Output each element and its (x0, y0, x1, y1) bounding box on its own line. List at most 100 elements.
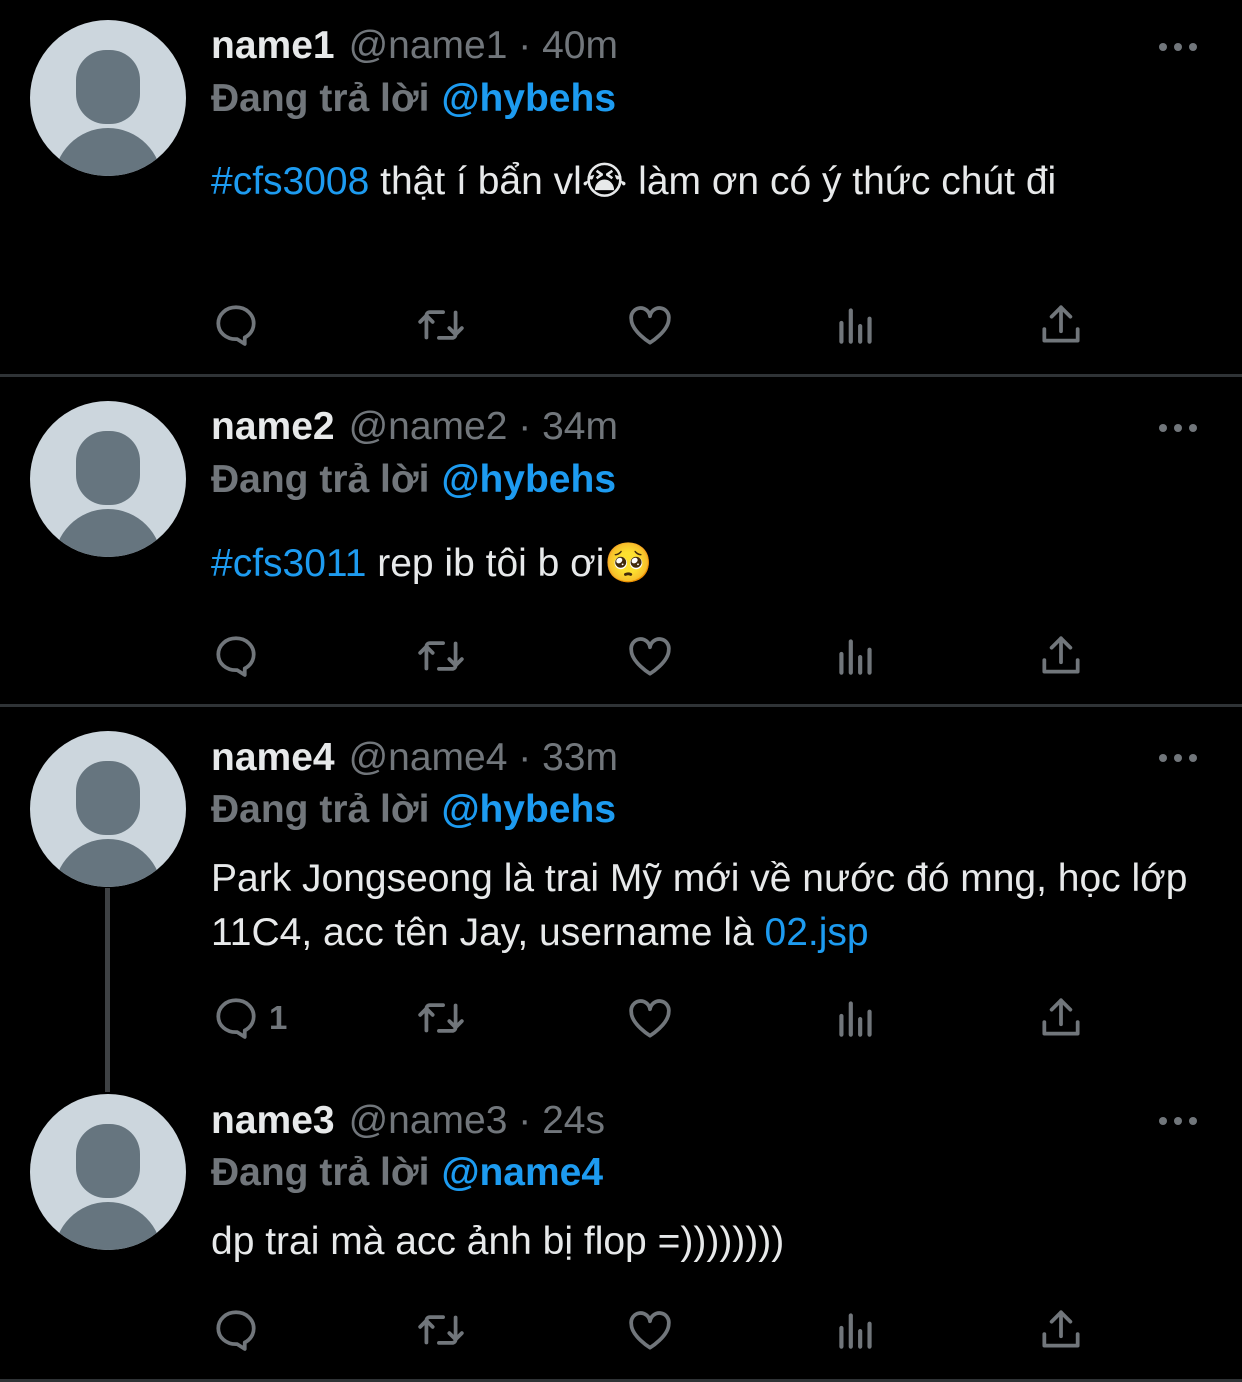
analytics-icon (839, 639, 872, 675)
reply-button[interactable] (211, 631, 269, 681)
more-button[interactable] (1158, 37, 1198, 57)
heart-icon (629, 999, 671, 1038)
timestamp[interactable]: 34m (542, 405, 618, 448)
display-name[interactable]: name2 (211, 405, 335, 449)
tweet-4[interactable]: name3 @name3 · 24s Đang trả lời @name4 d… (0, 1087, 1242, 1377)
retweet-icon (418, 1315, 464, 1345)
share-icon (1042, 1310, 1080, 1348)
avatar[interactable] (30, 731, 186, 887)
replying-to-label: Đang trả lời (211, 1151, 430, 1194)
tweet-actions: 1 (211, 993, 1091, 1043)
avatar-shoulders (54, 839, 162, 887)
tweet-3[interactable]: name4 @name4 · 33m Đang trả lời @hybehs … (0, 707, 1242, 1087)
replying-to-handle[interactable]: @hybehs (441, 458, 616, 502)
share-icon (1042, 998, 1080, 1036)
reply-icon (216, 636, 256, 677)
display-name[interactable]: name3 (211, 1099, 335, 1143)
avatar[interactable] (30, 20, 186, 176)
like-button[interactable] (625, 993, 675, 1043)
share-button[interactable] (1036, 631, 1086, 681)
retweet-icon (418, 641, 464, 671)
avatar-shoulders (54, 1202, 162, 1250)
tweet-2[interactable]: name2 @name2 · 34m Đang trả lời @hybehs … (0, 377, 1242, 705)
tweet-text: #cfs3011 rep ib tôi b ơi🥺 (211, 537, 1201, 591)
like-button[interactable] (625, 300, 675, 350)
replying-to-handle[interactable]: @name4 (441, 1151, 603, 1195)
replying-to: Đang trả lời @name4 (211, 1150, 603, 1196)
avatar-head (76, 431, 140, 505)
heart-icon (629, 306, 671, 345)
tweet-text-content: dp trai mà acc ảnh bị flop =)))))))) (211, 1220, 785, 1263)
replying-to: Đang trả lời @hybehs (211, 76, 616, 122)
tweet-actions (211, 631, 1091, 681)
reply-icon (216, 1310, 256, 1351)
more-button[interactable] (1158, 1111, 1198, 1131)
tweet-header: name3 @name3 · 24s (211, 1098, 605, 1144)
handle[interactable]: @name4 (349, 736, 508, 779)
more-button[interactable] (1158, 748, 1198, 768)
replying-to-handle[interactable]: @hybehs (441, 77, 616, 121)
avatar-head (76, 50, 140, 124)
handle[interactable]: @name1 (349, 24, 508, 67)
tweet-actions (211, 300, 1091, 350)
handle-time: @name4 · 33m (348, 736, 618, 779)
tweet-text-content: Park Jongseong là trai Mỹ mới về nước đó… (211, 857, 1188, 954)
retweet-button[interactable] (416, 300, 466, 350)
heart-icon (629, 1311, 671, 1350)
tweet-1[interactable]: name1 @name1 · 40m Đang trả lời @hybehs … (0, 0, 1242, 374)
like-button[interactable] (625, 631, 675, 681)
timestamp[interactable]: 40m (542, 24, 618, 67)
handle[interactable]: @name2 (349, 405, 508, 448)
handle-time: @name2 · 34m (348, 405, 618, 448)
share-button[interactable] (1036, 993, 1086, 1043)
share-icon (1042, 305, 1080, 343)
avatar-shoulders (54, 128, 162, 176)
views-button[interactable] (831, 993, 881, 1043)
avatar[interactable] (30, 1094, 186, 1250)
retweet-button[interactable] (416, 993, 466, 1043)
tweet-text-content: rep ib tôi b ơi🥺 (366, 542, 653, 585)
views-button[interactable] (831, 300, 881, 350)
timestamp[interactable]: 33m (542, 736, 618, 779)
display-name[interactable]: name4 (211, 736, 335, 780)
more-icon (1159, 424, 1197, 432)
retweet-button[interactable] (416, 631, 466, 681)
username-link[interactable]: 02.jsp (765, 911, 869, 954)
timestamp[interactable]: 24s (542, 1099, 605, 1142)
handle[interactable]: @name3 (349, 1099, 508, 1142)
replying-to: Đang trả lời @hybehs (211, 787, 616, 833)
replying-to-label: Đang trả lời (211, 458, 430, 501)
reply-button[interactable] (211, 1305, 269, 1355)
avatar-head (76, 761, 140, 835)
tweet-text-content: thật í bẩn vl😭 làm ơn có ý thức chút đi (369, 160, 1057, 203)
analytics-icon (839, 1313, 872, 1349)
hashtag-link[interactable]: #cfs3008 (211, 160, 369, 203)
reply-icon (216, 998, 256, 1039)
more-icon (1159, 43, 1197, 51)
tweet-text: Park Jongseong là trai Mỹ mới về nước đó… (211, 852, 1201, 960)
retweet-icon (418, 1003, 464, 1033)
share-button[interactable] (1036, 1305, 1086, 1355)
share-button[interactable] (1036, 300, 1086, 350)
views-button[interactable] (831, 631, 881, 681)
more-icon (1159, 754, 1197, 762)
reply-button[interactable] (211, 300, 269, 350)
avatar[interactable] (30, 401, 186, 557)
tweet-text: #cfs3008 thật í bẩn vl😭 làm ơn có ý thức… (211, 155, 1201, 209)
avatar-shoulders (54, 509, 162, 557)
more-icon (1159, 1117, 1197, 1125)
handle-time: @name1 · 40m (348, 24, 618, 67)
more-button[interactable] (1158, 418, 1198, 438)
heart-icon (629, 637, 671, 676)
tweet-header: name1 @name1 · 40m (211, 23, 618, 69)
replying-to-handle[interactable]: @hybehs (441, 788, 616, 832)
avatar-head (76, 1124, 140, 1198)
reply-button[interactable]: 1 (211, 993, 287, 1043)
like-button[interactable] (625, 1305, 675, 1355)
tweet-header: name2 @name2 · 34m (211, 404, 618, 450)
hashtag-link[interactable]: #cfs3011 (211, 542, 366, 585)
display-name[interactable]: name1 (211, 24, 335, 68)
retweet-button[interactable] (416, 1305, 466, 1355)
reply-count: 1 (269, 999, 288, 1036)
views-button[interactable] (831, 1305, 881, 1355)
